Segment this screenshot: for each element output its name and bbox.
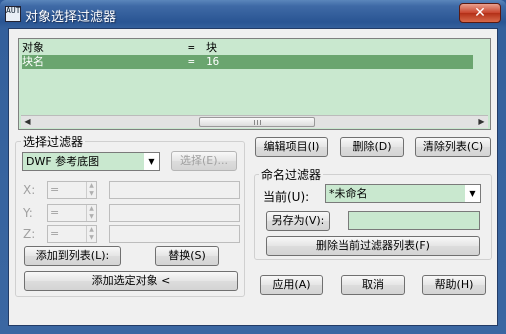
x-operator-combo[interactable]: = ▲ ▼ [47,181,97,199]
select-button[interactable]: 选择(E)... [171,151,237,171]
apply-button[interactable]: 应用(A) [260,275,323,295]
dialog-window: AUTO 对象选择过滤器 ✕ 对象 = 块 块名 = 16 ◀ ▶ 选择过滤器 [0,0,506,334]
z-operator-combo[interactable]: = ▲ ▼ [47,225,97,243]
list-item-selected[interactable]: 块名 = 16 [22,55,473,69]
y-operator-combo[interactable]: = ▲ ▼ [47,204,97,222]
current-filter-combo[interactable]: *未命名 ▼ [325,184,481,203]
list-item[interactable]: 对象 = 块 [22,41,473,55]
dialog-client: 对象 = 块 块名 = 16 ◀ ▶ 选择过滤器 DWF 参考底图 ▼ 选择(E… [8,28,498,326]
named-filters-legend: 命名过滤器 [259,166,324,183]
close-button[interactable]: ✕ [459,3,501,23]
x-label: X: [23,183,36,197]
spin-up-icon: ▲ [89,226,94,233]
y-label: Y: [23,206,33,220]
window-title: 对象选择过滤器 [25,10,117,25]
add-selected-objects-button[interactable]: 添加选定对象 < [24,271,238,291]
spin-up-icon: ▲ [89,205,94,212]
z-value-field[interactable] [109,225,240,243]
z-operator-value: = [50,227,60,240]
help-button[interactable]: 帮助(H) [422,275,486,295]
app-icon: AUTO [5,6,21,22]
scroll-thumb[interactable] [199,117,315,127]
list-cell-operator: = [188,41,195,54]
select-filter-legend: 选择过滤器 [21,133,86,150]
delete-button[interactable]: 删除(D) [340,137,404,157]
filter-list[interactable]: 对象 = 块 块名 = 16 ◀ ▶ [18,38,491,130]
title-bar[interactable]: AUTO 对象选择过滤器 ✕ [0,0,506,28]
x-operator-value: = [50,183,60,196]
scroll-right-icon[interactable]: ▶ [475,116,488,128]
current-filter-value: *未命名 [329,187,368,200]
dropdown-icon: ▼ [465,185,480,202]
x-value-field[interactable] [109,181,240,199]
list-cell-value: 16 [206,55,220,68]
spin-icon: ▲ ▼ [86,205,96,221]
add-to-list-button[interactable]: 添加到列表(L): [24,246,121,266]
spin-icon: ▲ ▼ [86,182,96,198]
spin-up-icon: ▲ [89,182,94,189]
list-cell-operator: = [188,55,195,68]
list-cell-value: 块 [206,41,217,54]
save-as-button[interactable]: 另存为(V): [266,211,330,231]
save-as-name-field[interactable] [348,211,480,230]
spin-down-icon: ▼ [89,234,94,241]
close-icon: ✕ [474,5,486,21]
replace-button[interactable]: 替换(S) [155,246,219,266]
list-cell-property: 对象 [22,41,44,54]
cancel-button[interactable]: 取消 [341,275,405,295]
spin-down-icon: ▼ [89,190,94,197]
filter-type-combo[interactable]: DWF 参考底图 ▼ [22,152,160,171]
horizontal-scrollbar[interactable]: ◀ ▶ [21,115,488,128]
dropdown-icon: ▼ [144,153,159,170]
clear-list-button[interactable]: 清除列表(C) [415,137,491,157]
delete-current-filter-list-button[interactable]: 删除当前过滤器列表(F) [266,236,480,256]
edit-item-button[interactable]: 编辑项目(I) [255,137,328,157]
current-label: 当前(U): [263,190,310,204]
y-operator-value: = [50,206,60,219]
filter-type-value: DWF 参考底图 [26,155,100,168]
scroll-left-icon[interactable]: ◀ [21,116,34,128]
y-value-field[interactable] [109,204,240,222]
spin-down-icon: ▼ [89,213,94,220]
z-label: Z: [23,227,36,241]
spin-icon: ▲ ▼ [86,226,96,242]
list-cell-property: 块名 [22,55,44,68]
